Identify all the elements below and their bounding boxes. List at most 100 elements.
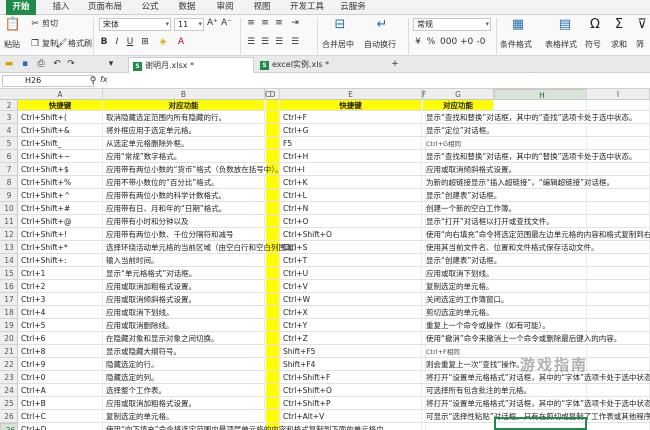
cell-g[interactable]: 显示“定位”对话框。 — [423, 124, 650, 136]
cell-d[interactable] — [266, 254, 280, 266]
cell-a[interactable]: Ctrl+B — [18, 397, 103, 409]
cell-g[interactable]: 可选择所有包含批注的单元格。 — [423, 384, 650, 396]
cell-a[interactable]: Ctrl+Shift+* — [18, 241, 103, 253]
cell-b[interactable]: 应用或取消下划线。 — [103, 306, 265, 318]
cell-e[interactable]: Ctrl+O — [280, 215, 422, 227]
align-bottom-button[interactable]: ≡ — [274, 18, 284, 28]
cell-g[interactable]: 将打开“设置单元格格式”对话框，其中的“字体”选项卡处于选中状态。 — [423, 397, 650, 409]
row-header[interactable]: 23 — [0, 371, 18, 384]
cell-d[interactable] — [266, 176, 280, 188]
formula-input[interactable] — [116, 75, 646, 87]
ribbon-tab-3[interactable]: 公式 — [135, 0, 165, 15]
ribbon-tab-4[interactable]: 数据 — [172, 0, 202, 15]
cell-a[interactable]: Ctrl+2 — [18, 280, 103, 292]
column-header-b[interactable]: B — [103, 89, 265, 100]
cell-b[interactable]: 从选定单元格删除外框。 — [103, 137, 265, 149]
increase-decimal-button[interactable]: +0 — [460, 37, 473, 47]
cell-a[interactable]: Ctrl+Shift+@ — [18, 215, 103, 227]
align-right-button[interactable]: ☰ — [274, 37, 284, 47]
align-center-button[interactable]: ☰ — [260, 37, 270, 47]
cell-g[interactable]: 关闭选定的工作簿窗口。 — [423, 293, 650, 305]
conditional-format-icon[interactable]: ▦ — [508, 17, 528, 33]
align-left-button[interactable]: ☰ — [246, 37, 256, 47]
cell-e[interactable]: Ctrl+N — [280, 202, 422, 214]
row-header[interactable]: 5 — [0, 137, 18, 150]
cell-g[interactable]: 可显示“选择性粘贴”对话框。只有在剪切或复制了工作表或其他程序中的内容后，此快捷… — [423, 410, 650, 422]
cell-d[interactable] — [266, 319, 280, 331]
cell-b[interactable]: 显示“单元格格式”对话框。 — [103, 267, 265, 279]
cell-b[interactable]: 隐藏选定的行。 — [103, 358, 265, 370]
cell-e[interactable]: Ctrl+Shift+O — [280, 228, 422, 240]
wrap-text-label[interactable]: 自动换行 — [364, 39, 396, 50]
row-header[interactable]: 15 — [0, 267, 18, 280]
cell-b[interactable]: 应用带有两位小数、千位分隔符和减号 — [103, 228, 265, 240]
cell-d[interactable] — [266, 100, 280, 110]
row-header[interactable]: 25 — [0, 397, 18, 410]
cell-g[interactable]: 显示“查找和替换”对话框，其中的“查找”选项卡处于选中状态。 — [423, 111, 650, 123]
cell-d[interactable] — [266, 124, 280, 136]
symbol-icon[interactable]: Ω — [585, 17, 605, 33]
cell-e[interactable]: Ctrl+T — [280, 254, 422, 266]
cell-a[interactable]: Ctrl+Shift+~ — [18, 150, 103, 162]
ribbon-tab-0[interactable]: 开始 — [6, 0, 36, 15]
tab-workbook-1[interactable]: S 谢明月.xlsx * — [128, 57, 254, 73]
cell-a[interactable]: 快捷键 — [18, 100, 103, 110]
row-header[interactable]: 6 — [0, 150, 18, 163]
cell-e[interactable]: Shift+F5 — [280, 345, 422, 357]
cell-e[interactable]: Ctrl+Shift+F — [280, 371, 422, 383]
cell-b[interactable]: 应用带有两位小数的“货币”格式（负数放在括号中）。 — [103, 163, 293, 175]
sum-icon[interactable]: Σ — [609, 17, 629, 33]
cell-b[interactable]: 输入当前时间。 — [103, 254, 265, 266]
row-header[interactable]: 18 — [0, 306, 18, 319]
row-header[interactable]: 20 — [0, 332, 18, 345]
cell-a[interactable]: Ctrl+6 — [18, 332, 103, 344]
sum-label[interactable]: 求和 — [611, 39, 627, 50]
tab-workbook-2[interactable]: S excel实例.xls * — [256, 57, 386, 73]
cell-e[interactable]: Ctrl+U — [280, 267, 422, 279]
redo-button[interactable]: ↷ — [66, 59, 76, 69]
print-button[interactable]: ⎙ — [36, 59, 46, 69]
font-name-select[interactable]: 宋体 ▾ — [99, 18, 171, 31]
paste-label[interactable]: 粘贴 — [4, 39, 20, 50]
cell-b[interactable]: 应用或取消加粗格式设置。 — [103, 280, 265, 292]
align-top-button[interactable]: ≡ — [246, 18, 256, 28]
number-format-select[interactable]: 常规 ▾ — [413, 18, 491, 31]
cell-i[interactable] — [587, 100, 650, 110]
cell-g[interactable]: 使用其当前文件名、位置和文件格式保存活动文件。 — [423, 241, 650, 253]
cell-d[interactable] — [266, 384, 280, 396]
cell-d[interactable] — [266, 280, 280, 292]
cell-g[interactable]: 使用“向右填充”命令将选定范围最左边单元格的内容和格式复制到右边的单元格中。 — [423, 228, 650, 240]
underline-button[interactable]: U — [125, 37, 135, 47]
cell-b[interactable]: 应用或取消加粗格式设置。 — [103, 397, 265, 409]
font-grow-button[interactable]: A⁺ — [207, 18, 218, 28]
justify-button[interactable]: ☰ — [290, 37, 300, 47]
cell-a[interactable]: Ctrl+1 — [18, 267, 103, 279]
cell-d[interactable] — [266, 137, 280, 149]
cell-e[interactable]: Ctrl+Alt+V — [280, 410, 422, 422]
cell-g[interactable]: 重复上一个命令或操作（如有可能）。 — [423, 319, 650, 331]
ribbon-tab-8[interactable]: 云服务 — [334, 0, 372, 15]
cell-b[interactable]: 应用不带小数位的“百分比”格式。 — [103, 176, 265, 188]
ribbon-tab-6[interactable]: 视图 — [247, 0, 277, 15]
column-header-g[interactable]: G — [423, 89, 494, 100]
cell-g[interactable]: 显示“打开”对话框以打开或查找文件。 — [423, 215, 650, 227]
cell-d[interactable] — [266, 293, 280, 305]
cell-b[interactable]: 选择环绕活动单元格的当前区域（由空白行和空白列围起） — [103, 241, 301, 253]
cell-d[interactable] — [266, 345, 280, 357]
column-header-h[interactable]: H — [494, 89, 587, 100]
thousands-button[interactable]: 000 — [440, 37, 457, 47]
conditional-format-label[interactable]: 条件格式 — [500, 39, 532, 50]
row-header[interactable]: 12 — [0, 228, 18, 241]
cell-b[interactable]: 应用或取消删除线。 — [103, 319, 265, 331]
cell-g[interactable]: 复制选定的单元格。 — [423, 280, 650, 292]
cell-b[interactable]: 隐藏选定的列。 — [103, 371, 265, 383]
cell-a[interactable]: Ctrl+Shift_ — [18, 137, 103, 149]
cell-e[interactable]: Ctrl+F — [280, 111, 422, 123]
row-header[interactable]: 9 — [0, 189, 18, 202]
row-header[interactable]: 22 — [0, 358, 18, 371]
row-header[interactable]: 3 — [0, 111, 18, 124]
cell-b[interactable]: 应用带有两位小数的科学计数格式。 — [103, 189, 265, 201]
decrease-decimal-button[interactable]: -0 — [476, 37, 486, 47]
tab-menu-button[interactable]: ▾ — [106, 59, 116, 69]
cell-g[interactable]: 为新的超链接显示“插入超链接”，“编辑超链接”对话框。 — [423, 176, 650, 188]
